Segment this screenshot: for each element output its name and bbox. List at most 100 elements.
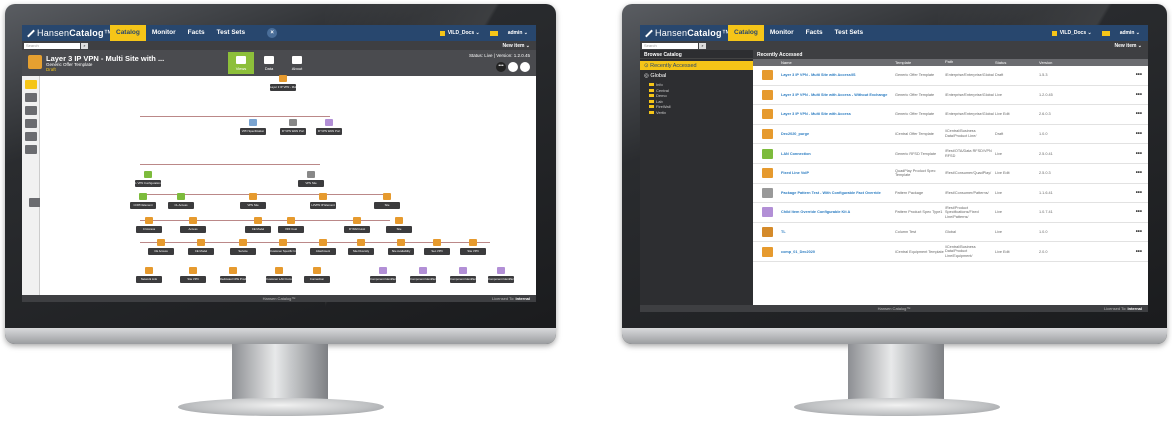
diagram-node[interactable]: Sec.VPN [424, 248, 450, 255]
layout-icon[interactable] [25, 119, 37, 128]
diagram-node[interactable]: VRF Cust [278, 226, 304, 233]
app-logo[interactable]: Hansen Catalog ™ [640, 28, 731, 38]
row-name[interactable]: Dec2020_purge [781, 132, 895, 136]
mail-icon[interactable] [489, 30, 498, 36]
diagram-node[interactable]: CE Access [148, 248, 174, 255]
diagram-node[interactable]: Layer 3 IP VPN - Multi Site with Access [270, 84, 296, 91]
tab-data[interactable]: Data [256, 52, 282, 74]
folder-item[interactable]: Vertix [649, 110, 753, 116]
row-more-button[interactable]: ••• [1136, 209, 1142, 215]
tab-views[interactable]: Views [228, 52, 254, 74]
table-row[interactable]: Layer 3 IP VPN - Multi Site with Access G… [753, 105, 1148, 125]
diagram-node[interactable]: VPN Site [298, 180, 324, 187]
row-more-button[interactable]: ••• [1136, 151, 1142, 157]
diagram-node[interactable]: Customer LAN Connection [266, 276, 292, 283]
table-row[interactable]: comp_01_Dec2020 iCentral Equipment Templa… [753, 242, 1148, 262]
row-more-button[interactable]: ••• [1136, 92, 1142, 98]
diagram-node[interactable]: Component Identifier [450, 276, 476, 283]
diagram-node[interactable]: IP VPN WAN Port [316, 128, 342, 135]
tab-about[interactable]: About [284, 52, 310, 74]
diagram-node[interactable]: CE Model [245, 226, 271, 233]
tab-facts[interactable]: Facts [800, 25, 829, 41]
diagram-node[interactable]: Component Identifier [488, 276, 514, 283]
tab-monitor[interactable]: Monitor [146, 25, 182, 41]
col-template[interactable]: Template [895, 60, 945, 65]
diagram-node[interactable]: Connection [304, 276, 330, 283]
row-name[interactable]: Layer 3 IP VPN - Multi Site with Access [781, 112, 895, 116]
diagram-canvas[interactable]: Layer 3 IP VPN - Multi Site with Access V… [40, 75, 536, 295]
new-item-button[interactable]: New item ⌄ [502, 43, 536, 49]
diagram-node[interactable]: L VPN Configuration [135, 180, 161, 187]
diagram-node[interactable]: VPN Site [240, 202, 266, 209]
diagram-node[interactable]: Attachment [310, 248, 336, 255]
diagram-node[interactable]: CL Access [168, 202, 194, 209]
diagram-node[interactable]: Access [180, 226, 206, 233]
recently-accessed-item[interactable]: ⊙ Recently Accessed [640, 61, 753, 70]
app-logo[interactable]: Hansen Catalog ™ [22, 28, 113, 38]
row-name[interactable]: LAN Connection [781, 152, 895, 156]
row-more-button[interactable]: ••• [1136, 72, 1142, 78]
tab-test-sets[interactable]: Test Sets [211, 25, 251, 41]
diagram-node[interactable]: VPN Specification [240, 128, 266, 135]
row-more-button[interactable]: ••• [1136, 170, 1142, 176]
tab-catalog[interactable]: Catalog [728, 25, 764, 41]
diagram-node[interactable]: Component Identifier [410, 276, 436, 283]
close-icon[interactable]: × [267, 28, 278, 38]
row-name[interactable]: Layer 3 IP VPN - Multi Site with Access/… [781, 73, 895, 77]
table-icon[interactable] [25, 132, 37, 141]
diagram-node[interactable]: Service [230, 248, 256, 255]
diagram-node[interactable]: Cl Access [136, 226, 162, 233]
user-menu[interactable]: admin ⌄ [508, 30, 528, 36]
new-item-button[interactable]: New item ⌄ [1114, 43, 1148, 49]
diagram-node[interactable]: L3VPN IP Element [310, 202, 336, 209]
pan-icon[interactable] [25, 145, 37, 154]
col-version[interactable]: Version [1039, 60, 1089, 65]
tab-monitor[interactable]: Monitor [764, 25, 800, 41]
diagram-node[interactable]: Site VPN [180, 276, 206, 283]
tab-catalog[interactable]: Catalog [110, 25, 146, 41]
table-row[interactable]: TL Column Test Global Live 1.0.0 ••• [753, 223, 1148, 243]
grid-icon[interactable] [25, 106, 37, 115]
diagram-node[interactable]: Site [386, 226, 412, 233]
diagram-node[interactable]: CE Model [188, 248, 214, 255]
table-row[interactable]: Layer 3 IP VPN - Multi Site with Access/… [753, 66, 1148, 86]
mail-icon[interactable] [1101, 30, 1110, 36]
row-name[interactable]: Layer 3 IP VPN - Multi Site with Access … [781, 93, 895, 97]
row-name[interactable]: Fixed Line VoIP [781, 171, 895, 175]
edit-icon[interactable] [520, 62, 530, 72]
tab-test-sets[interactable]: Test Sets [829, 25, 869, 41]
table-row[interactable]: Fixed Line VoIP QuadPlay Product Spec Tem… [753, 164, 1148, 184]
doc-selector[interactable]: VILD_Docs ⌄ [439, 30, 480, 36]
table-row[interactable]: Layer 3 IP VPN - Multi Site with Access … [753, 86, 1148, 106]
row-more-button[interactable]: ••• [1136, 190, 1142, 196]
diagram-node[interactable]: Site [374, 202, 400, 209]
col-path[interactable]: Path [945, 60, 995, 65]
table-row[interactable]: LAN Connection Generic RFSD Template/Rest… [753, 144, 1148, 164]
search-input[interactable]: Search [642, 42, 698, 49]
row-more-button[interactable]: ••• [1136, 131, 1142, 137]
more-button[interactable]: ••• [496, 62, 506, 72]
diagram-node[interactable]: Network Link [136, 276, 162, 283]
diagram-node[interactable]: Component Identifier [370, 276, 396, 283]
col-status[interactable]: Status [995, 60, 1039, 65]
table-row[interactable]: Package Pattern Test - With Configurable… [753, 184, 1148, 204]
search-input[interactable]: Search [24, 42, 80, 49]
toggle-icon[interactable] [508, 62, 518, 72]
row-more-button[interactable]: ••• [1136, 249, 1142, 255]
diagram-node[interactable]: Dedicated CPE Product [220, 276, 246, 283]
row-name[interactable]: TL [781, 230, 895, 234]
search-icon[interactable]: ⌕ [699, 42, 706, 49]
row-more-button[interactable]: ••• [1136, 111, 1142, 117]
row-more-button[interactable]: ••• [1136, 229, 1142, 235]
table-row[interactable]: Child Item Override Configurable Kit A Pa… [753, 203, 1148, 223]
global-item[interactable]: ◎ Global [640, 70, 753, 82]
list-icon[interactable] [25, 93, 37, 102]
row-name[interactable]: Package Pattern Test - With Configurable… [781, 191, 895, 195]
user-menu[interactable]: admin ⌄ [1120, 30, 1140, 36]
table-row[interactable]: Dec2020_purge iCentral Offer Template/iCe… [753, 125, 1148, 145]
diagram-node[interactable]: IP VPN WAN Port [280, 128, 306, 135]
diagram-node[interactable]: Site Availability [388, 248, 414, 255]
diagram-node[interactable]: IP WAN Host [344, 226, 370, 233]
row-name[interactable]: Child Item Override Configurable Kit A [781, 210, 895, 214]
hierarchy-icon[interactable] [25, 80, 37, 89]
